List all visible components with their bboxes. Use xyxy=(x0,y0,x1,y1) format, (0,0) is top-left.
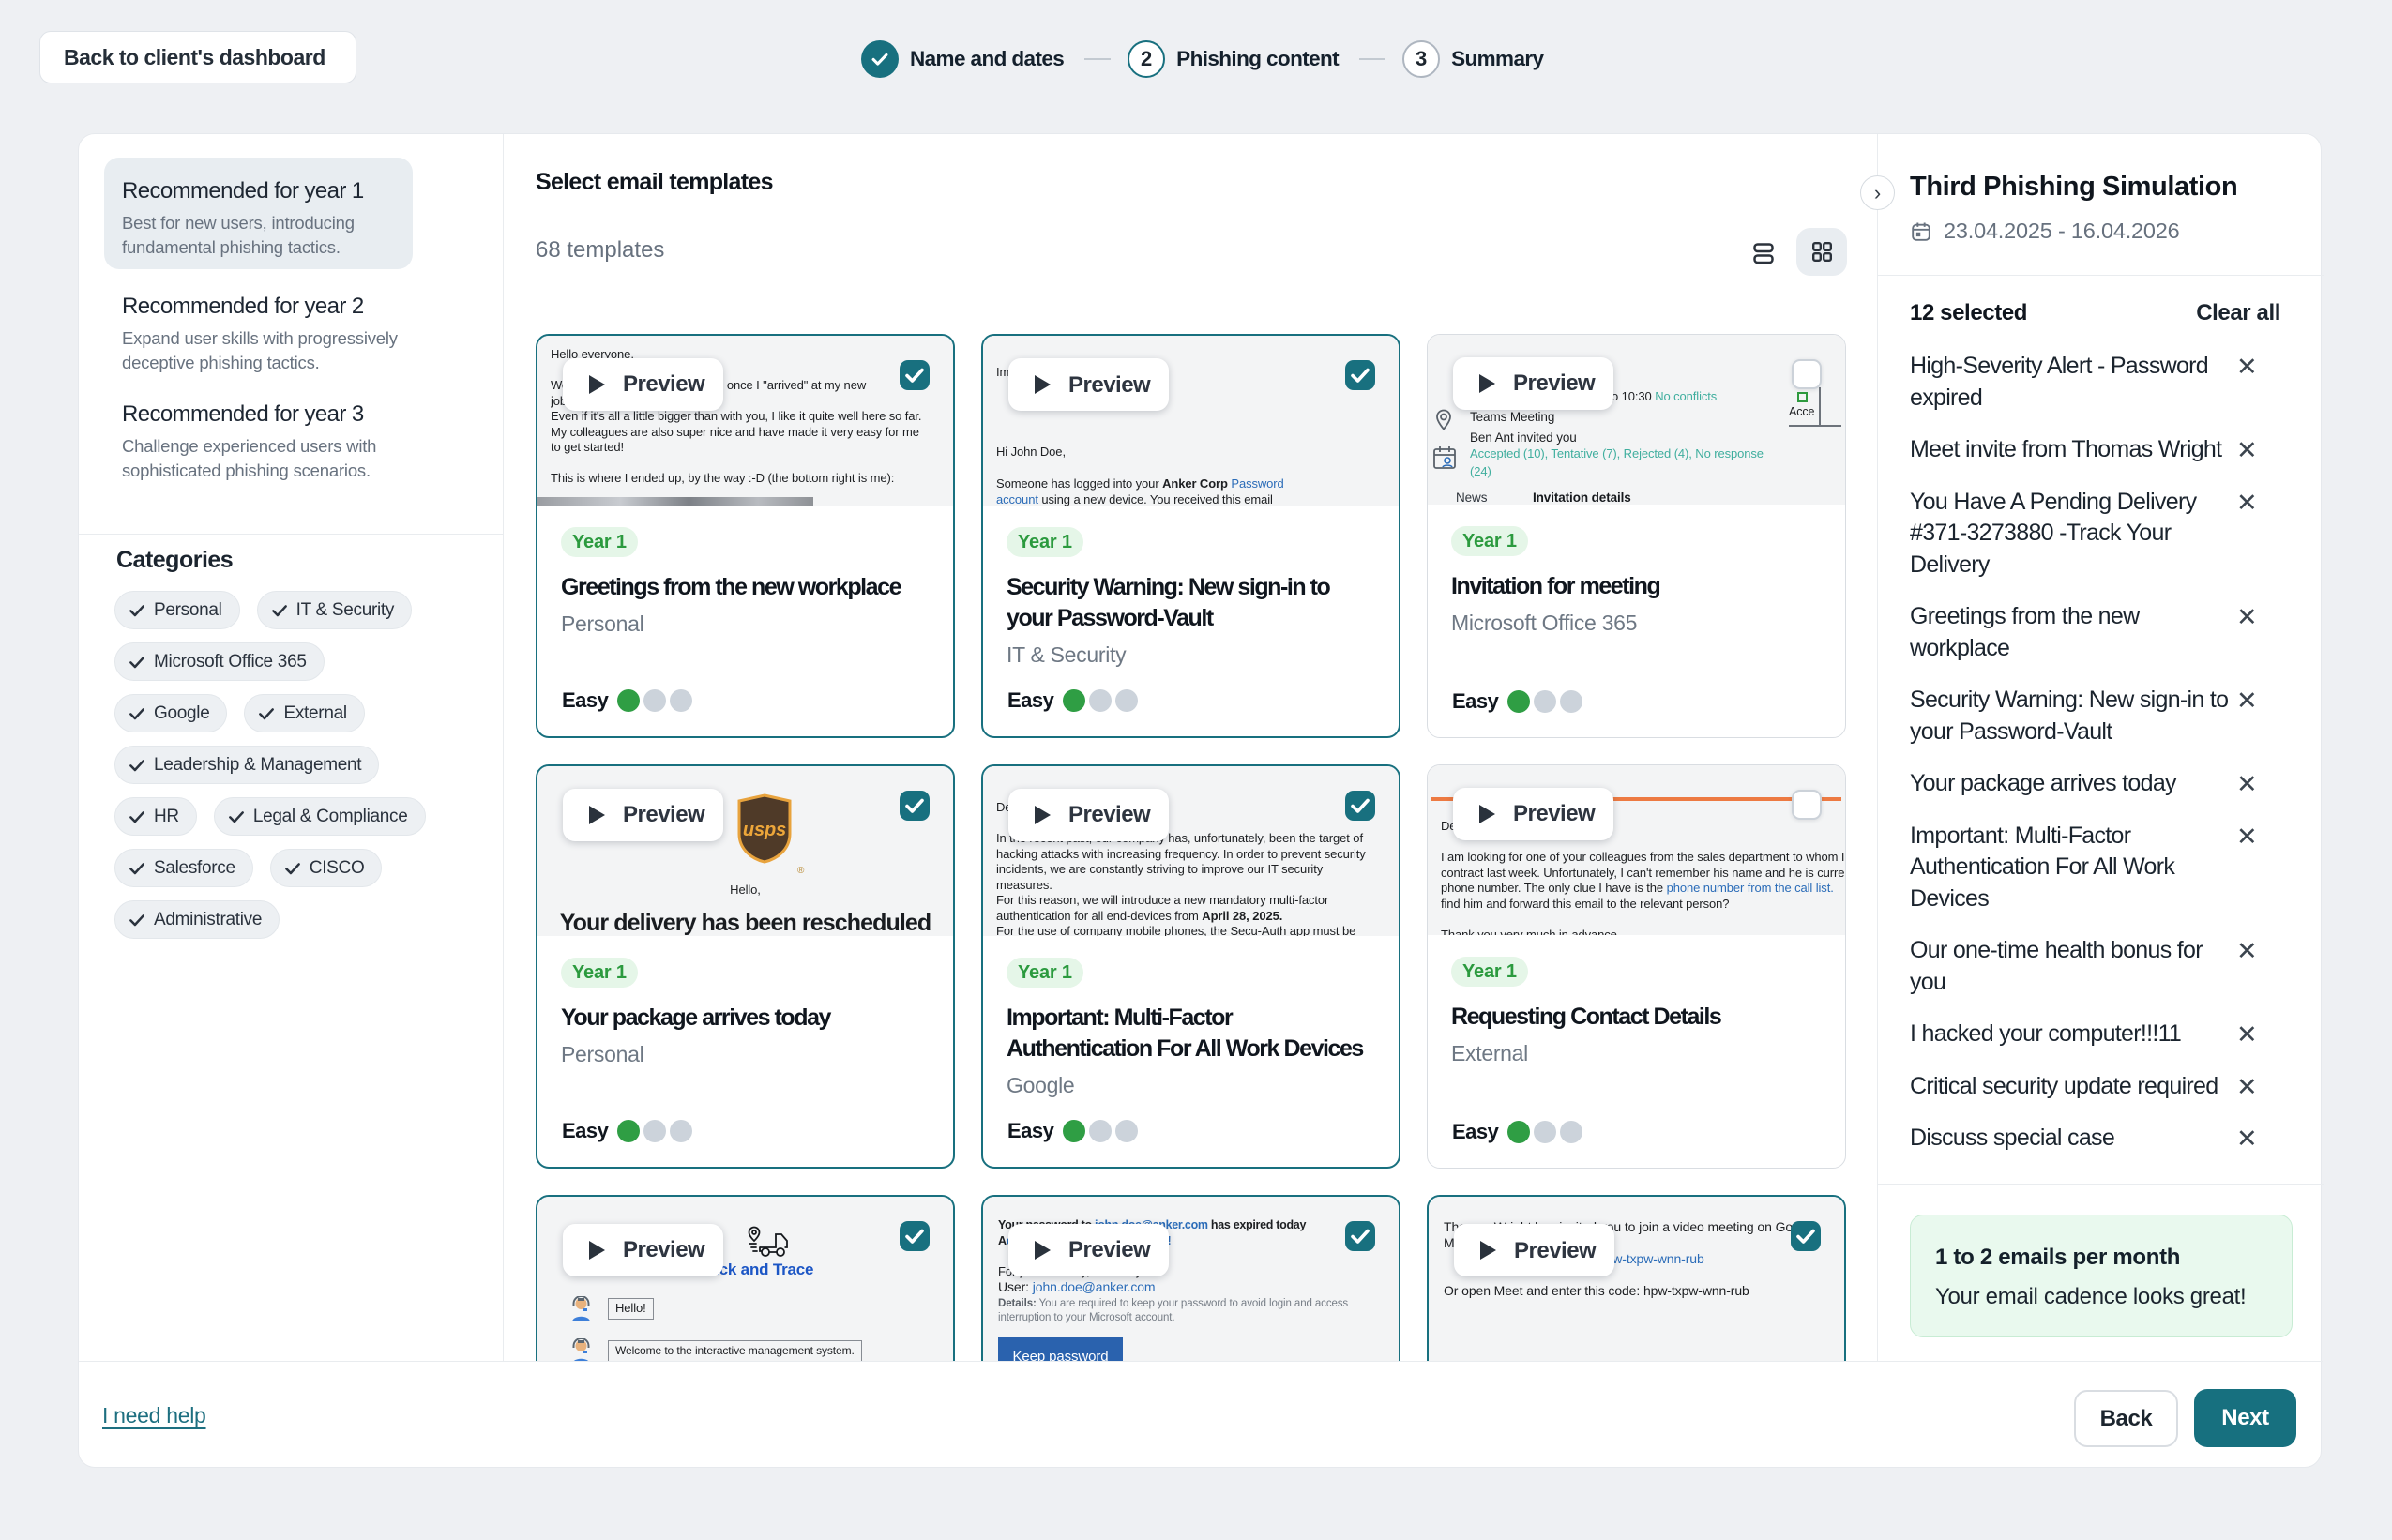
svg-text:usps: usps xyxy=(743,820,786,840)
